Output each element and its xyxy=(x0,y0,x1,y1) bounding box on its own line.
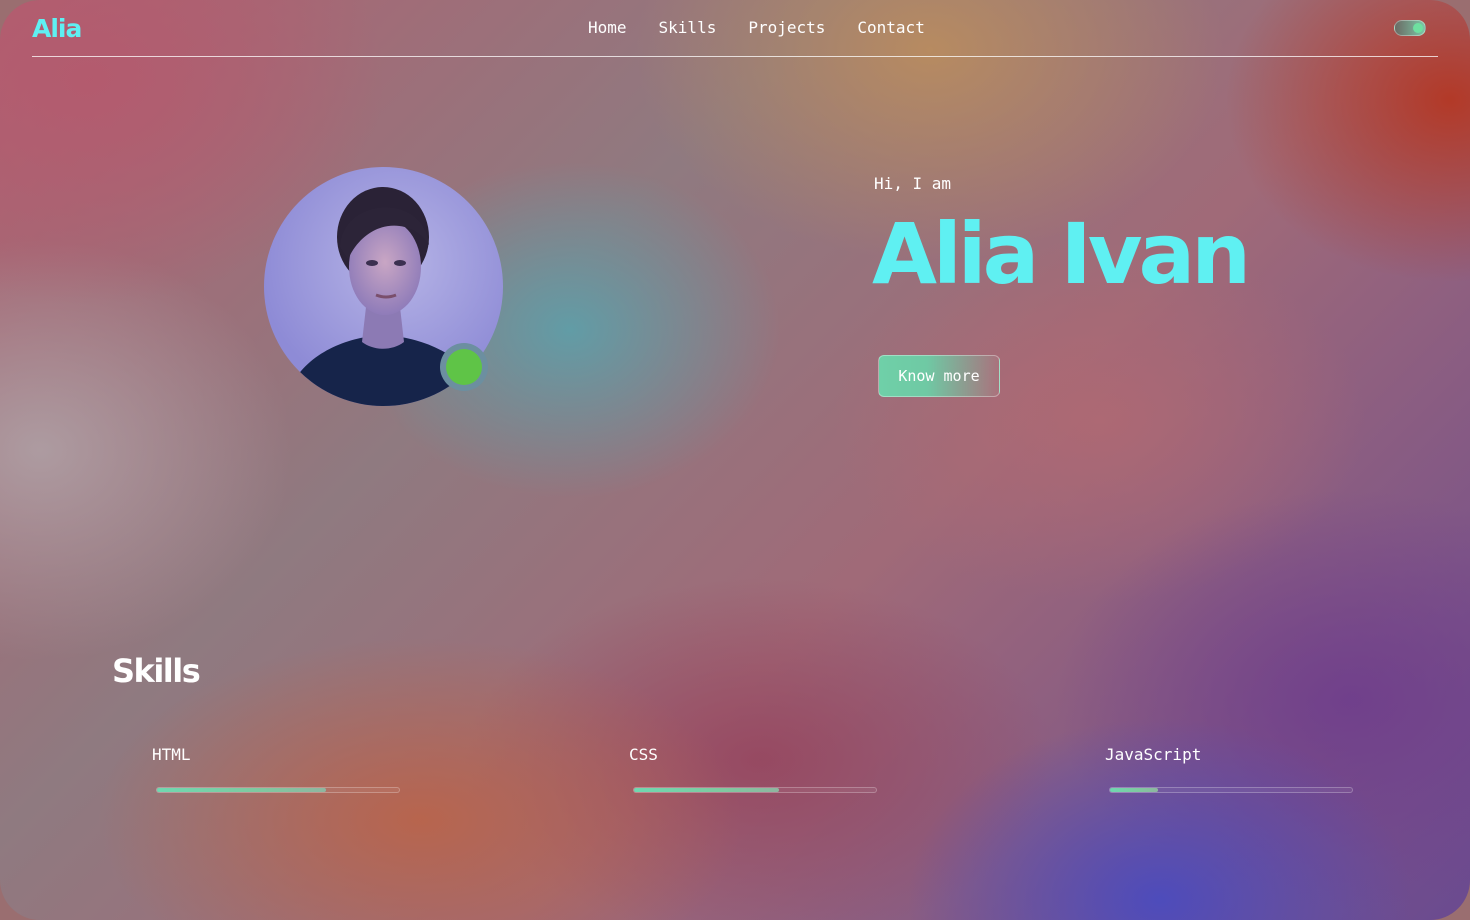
nav-home[interactable]: Home xyxy=(588,18,627,37)
know-more-button[interactable]: Know more xyxy=(878,355,1000,397)
skill-javascript: JavaScript xyxy=(1105,745,1355,793)
skills-heading: Skills xyxy=(112,652,201,690)
nav-projects[interactable]: Projects xyxy=(748,18,825,37)
nav-skills[interactable]: Skills xyxy=(659,18,717,37)
portfolio-page: Alia Home Skills Projects Contact Hi, I … xyxy=(0,0,1470,920)
header-divider xyxy=(32,56,1438,57)
hero-greeting: Hi, I am xyxy=(874,174,952,193)
skill-css: CSS xyxy=(629,745,879,793)
main-nav: Home Skills Projects Contact xyxy=(588,18,925,37)
skill-name: JavaScript xyxy=(1105,745,1202,764)
hero-name: Alia Ivan xyxy=(872,205,1251,303)
theme-toggle[interactable] xyxy=(1394,20,1426,36)
logo[interactable]: Alia xyxy=(32,14,82,43)
skill-progress-track xyxy=(156,787,400,793)
nav-contact[interactable]: Contact xyxy=(857,18,924,37)
skill-html: HTML xyxy=(152,745,402,793)
skill-progress-fill xyxy=(1110,788,1159,792)
skill-progress-fill xyxy=(157,788,327,792)
online-status-indicator xyxy=(440,343,488,391)
toggle-knob xyxy=(1413,23,1423,33)
skill-progress-fill xyxy=(634,788,780,792)
status-green-dot xyxy=(446,349,482,385)
skill-progress-track xyxy=(633,787,877,793)
skill-progress-track xyxy=(1109,787,1353,793)
skill-name: CSS xyxy=(629,745,658,764)
skill-name: HTML xyxy=(152,745,191,764)
